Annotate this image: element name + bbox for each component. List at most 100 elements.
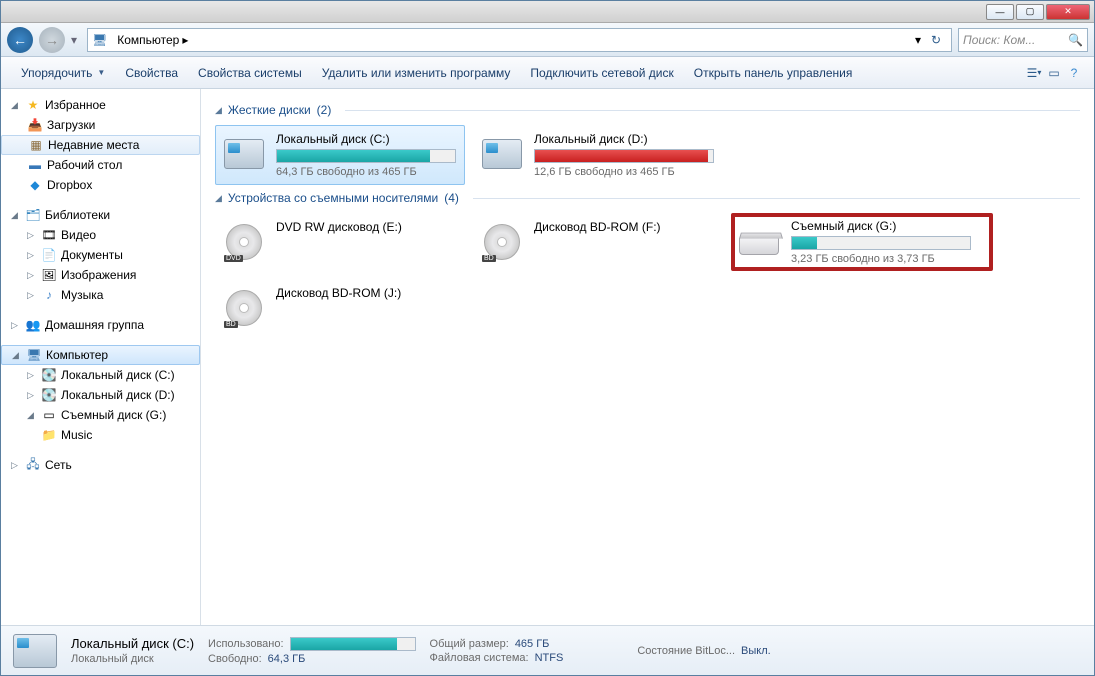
- sidebar-videos[interactable]: ▷🎞Видео: [1, 225, 200, 245]
- divider: [473, 198, 1080, 199]
- dvd-icon: DVD: [222, 220, 266, 264]
- group-header-removable[interactable]: ◢ Устройства со съемными носителями (4): [215, 191, 1080, 205]
- control-panel-button[interactable]: Открыть панель управления: [684, 62, 863, 84]
- breadcrumb-label: Компьютер: [117, 33, 179, 47]
- organize-label: Упорядочить: [21, 66, 92, 80]
- view-button[interactable]: ☰▾: [1024, 63, 1044, 83]
- sidebar-music[interactable]: ▷♪Музыка: [1, 285, 200, 305]
- sidebar-homegroup[interactable]: ▷👥Домашняя группа: [1, 315, 200, 335]
- sidebar-downloads[interactable]: 📥Загрузки: [1, 115, 200, 135]
- sidebar-item-label: Загрузки: [47, 118, 95, 132]
- details-pane: Локальный диск (C:) Локальный диск Испол…: [1, 625, 1094, 675]
- forward-button[interactable]: →: [39, 27, 65, 53]
- picture-icon: 🖼: [41, 267, 57, 283]
- sidebar-local-d[interactable]: ▷💽Локальный диск (D:): [1, 385, 200, 405]
- sidebar-computer[interactable]: ◢🖥Компьютер: [1, 345, 200, 365]
- preview-pane-button[interactable]: ▭: [1044, 63, 1064, 83]
- dvd-icon: BD: [480, 220, 524, 264]
- network-icon: 🖧: [25, 457, 41, 473]
- chevron-down-icon: ▼: [97, 68, 105, 77]
- close-button[interactable]: ✕: [1046, 4, 1090, 20]
- sidebar-item-label: Избранное: [45, 98, 106, 112]
- homegroup-icon: 👥: [25, 317, 41, 333]
- drive-icon: [222, 132, 266, 176]
- badge: BD: [224, 321, 238, 328]
- sidebar-network[interactable]: ▷🖧Сеть: [1, 455, 200, 475]
- sidebar-item-label: Видео: [61, 228, 96, 242]
- usb-icon: ▭: [41, 407, 57, 423]
- drive-bd-f[interactable]: BD Дисковод BD-ROM (F:): [473, 213, 723, 271]
- breadcrumb-computer[interactable]: Компьютер ▸: [111, 31, 194, 49]
- refresh-button[interactable]: ↻: [925, 33, 947, 47]
- drive-name: DVD RW дисковод (E:): [276, 220, 458, 234]
- status-bitlocker-value: Выкл.: [741, 645, 771, 657]
- nav-history-dropdown[interactable]: ▾: [71, 33, 81, 47]
- drive-icon: 💽: [41, 387, 57, 403]
- divider: [345, 110, 1080, 111]
- status-bitlocker-label: Состояние BitLoc...: [637, 645, 735, 657]
- minimize-button[interactable]: —: [986, 4, 1014, 20]
- usb-drive-icon: [737, 219, 781, 263]
- group-header-hdd[interactable]: ◢ Жесткие диски (2): [215, 103, 1080, 117]
- status-free-value: 64,3 ГБ: [268, 653, 306, 665]
- status-total-value: 465 ГБ: [515, 638, 550, 650]
- collapse-icon: ◢: [215, 105, 222, 116]
- nav-bar: ← → ▾ 🖥 Компьютер ▸ ▾ ↻ Поиск: Ком... 🔍: [1, 23, 1094, 57]
- sidebar-pictures[interactable]: ▷🖼Изображения: [1, 265, 200, 285]
- recent-icon: ▦: [28, 137, 44, 153]
- sidebar-recent-places[interactable]: ▦ Недавние места: [1, 135, 200, 155]
- toolbar: Упорядочить ▼ Свойства Свойства системы У…: [1, 57, 1094, 89]
- sidebar-item-label: Съемный диск (G:): [61, 408, 166, 422]
- drive-dvd-e[interactable]: DVD DVD RW дисковод (E:): [215, 213, 465, 271]
- sidebar-desktop[interactable]: ▬Рабочий стол: [1, 155, 200, 175]
- sidebar-local-c[interactable]: ▷💽Локальный диск (C:): [1, 365, 200, 385]
- properties-button[interactable]: Свойства: [115, 62, 188, 84]
- drive-local-d[interactable]: Локальный диск (D:) 12,6 ГБ свободно из …: [473, 125, 723, 185]
- group-title: Устройства со съемными носителями: [228, 191, 438, 205]
- sidebar-documents[interactable]: ▷📄Документы: [1, 245, 200, 265]
- titlebar: — ▢ ✕: [1, 1, 1094, 23]
- computer-icon: 🖥: [92, 33, 107, 47]
- sidebar-item-label: Рабочий стол: [47, 158, 122, 172]
- drive-removable-g-highlighted[interactable]: Съемный диск (G:) 3,23 ГБ свободно из 3,…: [731, 213, 993, 271]
- badge: BD: [482, 255, 496, 262]
- group-count: (2): [317, 103, 332, 117]
- back-button[interactable]: ←: [7, 27, 33, 53]
- drive-bd-j[interactable]: BD Дисковод BD-ROM (J:): [215, 279, 465, 337]
- music-icon: ♪: [41, 287, 57, 303]
- sidebar-dropbox[interactable]: ◆Dropbox: [1, 175, 200, 195]
- organize-button[interactable]: Упорядочить ▼: [11, 62, 115, 84]
- sidebar-item-label: Домашняя группа: [45, 318, 144, 332]
- sidebar-item-label: Недавние места: [48, 138, 139, 152]
- status-fs-label: Файловая система:: [430, 652, 529, 664]
- status-capacity-bar: [290, 637, 416, 651]
- drive-free-text: 12,6 ГБ свободно из 465 ГБ: [534, 166, 716, 178]
- sidebar-item-label: Изображения: [61, 268, 136, 282]
- group-title: Жесткие диски: [228, 103, 311, 117]
- search-input[interactable]: Поиск: Ком... 🔍: [958, 28, 1088, 52]
- sidebar-libraries[interactable]: ◢🗂Библиотеки: [1, 205, 200, 225]
- video-icon: 🎞: [41, 227, 57, 243]
- address-bar[interactable]: 🖥 Компьютер ▸ ▾ ↻: [87, 28, 952, 52]
- sidebar-item-label: Локальный диск (C:): [61, 368, 175, 382]
- navigation-pane: ◢★Избранное 📥Загрузки ▦ Недавние места ▬Р…: [1, 89, 201, 625]
- maximize-button[interactable]: ▢: [1016, 4, 1044, 20]
- drive-name: Дисковод BD-ROM (F:): [534, 220, 716, 234]
- uninstall-button[interactable]: Удалить или изменить программу: [312, 62, 521, 84]
- system-properties-button[interactable]: Свойства системы: [188, 62, 312, 84]
- address-dropdown-icon[interactable]: ▾: [915, 33, 921, 47]
- badge: DVD: [224, 255, 243, 262]
- chevron-right-icon: ▸: [182, 33, 188, 47]
- sidebar-favorites[interactable]: ◢★Избранное: [1, 95, 200, 115]
- drive-local-c[interactable]: Локальный диск (C:) 64,3 ГБ свободно из …: [215, 125, 465, 185]
- libraries-icon: 🗂: [25, 207, 41, 223]
- help-button[interactable]: ?: [1064, 63, 1084, 83]
- sidebar-music-folder[interactable]: 📁Music: [1, 425, 200, 445]
- status-type: Локальный диск: [71, 653, 194, 665]
- document-icon: 📄: [41, 247, 57, 263]
- map-drive-button[interactable]: Подключить сетевой диск: [520, 62, 683, 84]
- sidebar-item-label: Локальный диск (D:): [61, 388, 175, 402]
- sidebar-removable-g[interactable]: ◢▭Съемный диск (G:): [1, 405, 200, 425]
- capacity-bar: [276, 149, 456, 163]
- status-free-label: Свободно:: [208, 653, 262, 665]
